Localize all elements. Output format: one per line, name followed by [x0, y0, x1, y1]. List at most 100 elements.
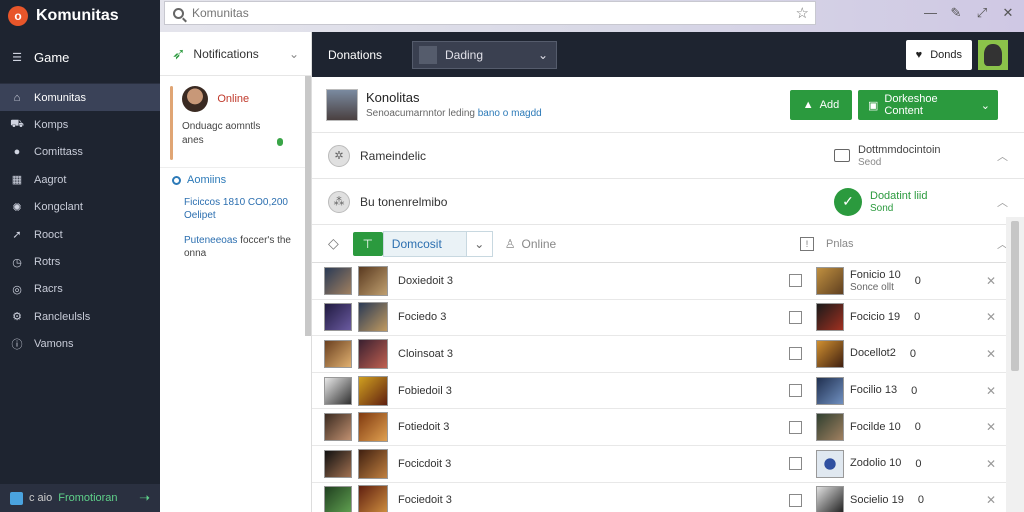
list-item-count: 0: [915, 457, 922, 470]
section-status-title: Dodatint liid: [870, 189, 928, 202]
info-icon[interactable]: !: [800, 236, 814, 251]
list-item-name: Fociedo 3: [398, 311, 447, 324]
list-item-count: 0: [914, 311, 921, 324]
chevron-up-icon[interactable]: ︿: [997, 194, 1008, 210]
close-icon[interactable]: ✕: [986, 384, 996, 398]
filter-right-label: Pnlas: [826, 237, 854, 250]
filter-online-label[interactable]: Online: [522, 237, 557, 251]
close-icon[interactable]: ✕: [1002, 5, 1014, 21]
chevron-down-icon[interactable]: ⌄: [289, 47, 299, 61]
pin-icon: ➚: [12, 229, 22, 242]
list-item-checkbox[interactable]: [789, 274, 802, 288]
notification-accent-bar: [170, 86, 173, 160]
scrollbar-thumb[interactable]: [1011, 221, 1019, 371]
sidebar-item-vamons[interactable]: ⓘ Vamons: [0, 331, 160, 358]
list-item[interactable]: Fotiedoit 3 Focilde 10 0 ✕: [312, 409, 1006, 446]
notifications-panel: ➶ Notifications ⌄ Online Onduagc aomntls…: [160, 32, 312, 512]
list-item-detail-title: Socielio 19: [850, 493, 904, 506]
sidebar-item-kongclant[interactable]: ✺ Kongclant: [0, 194, 160, 221]
maximize-icon[interactable]: ⤢: [976, 5, 988, 21]
list-item-checkbox[interactable]: [789, 457, 802, 471]
add-button[interactable]: ▲ Add: [790, 90, 852, 120]
sidebar-item-komps[interactable]: ⛟ Komps: [0, 111, 160, 138]
close-icon[interactable]: ✕: [986, 493, 996, 507]
avatar[interactable]: [978, 40, 1008, 70]
notification-entry[interactable]: Puteneeoas foccer's the onna: [172, 234, 299, 260]
brand-name: Komunitas: [36, 7, 119, 24]
list-item[interactable]: Focicdoit 3 Zodolio 10 0 ✕: [312, 446, 1006, 483]
sidebar-footer[interactable]: c aio Fromotioran ➝: [0, 484, 160, 512]
star-icon[interactable]: ☆: [796, 4, 809, 22]
sidebar-item-racrs[interactable]: ◎ Racrs: [0, 276, 160, 303]
list-scrollbar[interactable]: [1006, 217, 1024, 512]
brand[interactable]: o Komunitas: [0, 0, 160, 32]
sidebar-item-comittass[interactable]: ● Comittass: [0, 139, 160, 166]
list-item[interactable]: Fociedoit 3 Socielio 19 0 ✕: [312, 483, 1006, 512]
list-item[interactable]: Fociedo 3 Focicio 19 0 ✕: [312, 300, 1006, 337]
tag-icon[interactable]: ◇: [328, 235, 339, 252]
list-item-checkbox[interactable]: [789, 347, 802, 361]
filter-row: ◇ ⊤ Domcosit ⌄ ♙ Online ! Pnlas ︿: [312, 225, 1024, 263]
main-content: Donations Dading ⌄ ♥ Donds Konolitas Sen…: [312, 32, 1024, 512]
notifications-scrollbar[interactable]: [305, 76, 311, 336]
close-icon[interactable]: ✕: [986, 457, 996, 471]
clock-icon: ◷: [12, 256, 22, 269]
section-row[interactable]: ⁂ Bu tonenrelmibo ✓ Dodatint liid Sond ︿: [312, 179, 1024, 225]
sidebar-item-rooct[interactable]: ➚ Rooct: [0, 221, 160, 248]
donate-button[interactable]: ♥ Donds: [905, 40, 972, 70]
list-item-detail-sub: Sonce ollt: [850, 281, 894, 293]
check-icon: ✓: [834, 187, 862, 216]
sidebar-item-rotrs[interactable]: ◷ Rotrs: [0, 248, 160, 275]
sidebar-item-komunitas[interactable]: ⌂ Komunitas: [0, 84, 160, 112]
list-item-checkbox[interactable]: [789, 493, 802, 507]
filter-select-value: Domcosit: [391, 236, 442, 251]
close-icon[interactable]: ✕: [986, 274, 996, 288]
arrow-right-icon[interactable]: ➝: [139, 490, 150, 506]
list-item-image: [358, 448, 388, 479]
minimize-icon[interactable]: —: [924, 5, 937, 21]
list-item-thumb: [816, 303, 844, 332]
toolbar-select[interactable]: Dading ⌄: [412, 40, 557, 69]
chevron-down-icon: ⌄: [980, 99, 990, 112]
list-item[interactable]: Doxiedoit 3 Fonicio 10 Sonce ollt 0 ✕: [312, 263, 1006, 300]
sidebar-item-label: Rotrs: [34, 256, 61, 269]
search-input[interactable]: [192, 6, 752, 20]
notification-section-title[interactable]: Aomiins: [172, 174, 299, 186]
chevron-down-icon: ⌄: [537, 47, 548, 62]
pin-icon[interactable]: ✎: [950, 5, 962, 21]
notification-card[interactable]: Online Onduagc aomntls anes: [160, 76, 311, 168]
community-subtitle-link[interactable]: bano o magdd: [478, 108, 542, 119]
sidebar: ☰ Game ⌂ Komunitas ⛟ Komps ● Comittass ▦…: [0, 32, 160, 512]
sidebar-item-label: Vamons: [34, 338, 74, 351]
list-item-image: [358, 375, 388, 406]
sidebar-item-rancleulsls[interactable]: ⚙ Rancleulsls: [0, 303, 160, 330]
close-icon[interactable]: ✕: [986, 420, 996, 434]
list-item[interactable]: Cloinsoat 3 Docellot2 0 ✕: [312, 336, 1006, 373]
filter-select[interactable]: Domcosit ⌄: [382, 230, 493, 257]
notifications-header[interactable]: ➶ Notifications ⌄: [160, 32, 311, 76]
list-item-name: Fotiedoit 3: [398, 421, 450, 434]
list-item[interactable]: Fobiedoil 3 Focilio 13 0 ✕: [312, 373, 1006, 410]
list-item-detail: Zodolio 10 0: [816, 449, 922, 478]
section-title: Bu tonenrelmibo: [360, 194, 448, 209]
sidebar-game[interactable]: ☰ Game: [0, 32, 160, 84]
filter-button[interactable]: ⊤: [352, 231, 383, 256]
close-icon[interactable]: ✕: [986, 310, 996, 324]
section-status: ✓ Dodatint liid Sond: [834, 187, 928, 216]
list-item-checkbox[interactable]: [789, 420, 802, 434]
list-item-checkbox[interactable]: [789, 384, 802, 398]
sidebar-item-aagrot[interactable]: ▦ Aagrot: [0, 166, 160, 193]
section-row[interactable]: ✲ Rameindelic Dottmmdocintoin Seod ︿: [312, 133, 1024, 179]
sidebar-item-label: Comittass: [34, 146, 83, 159]
donate-label: Donds: [930, 49, 962, 61]
search-bar[interactable]: ☆: [164, 1, 816, 25]
list-item-checkbox[interactable]: [789, 310, 802, 324]
settings-icon: ✲: [328, 144, 350, 167]
target-icon: ◎: [12, 283, 22, 296]
download-content-button[interactable]: ▣ Dorkeshoe Content ⌄: [858, 90, 998, 120]
list-item-detail-title: Focicio 19: [850, 310, 901, 323]
close-icon[interactable]: ✕: [986, 347, 996, 361]
chevron-up-icon[interactable]: ︿: [997, 148, 1008, 164]
notification-entry[interactable]: Ficiccos 1810 CO0,200 Oelipet: [172, 196, 299, 222]
list-item-detail: Docellot2 0: [816, 339, 916, 368]
